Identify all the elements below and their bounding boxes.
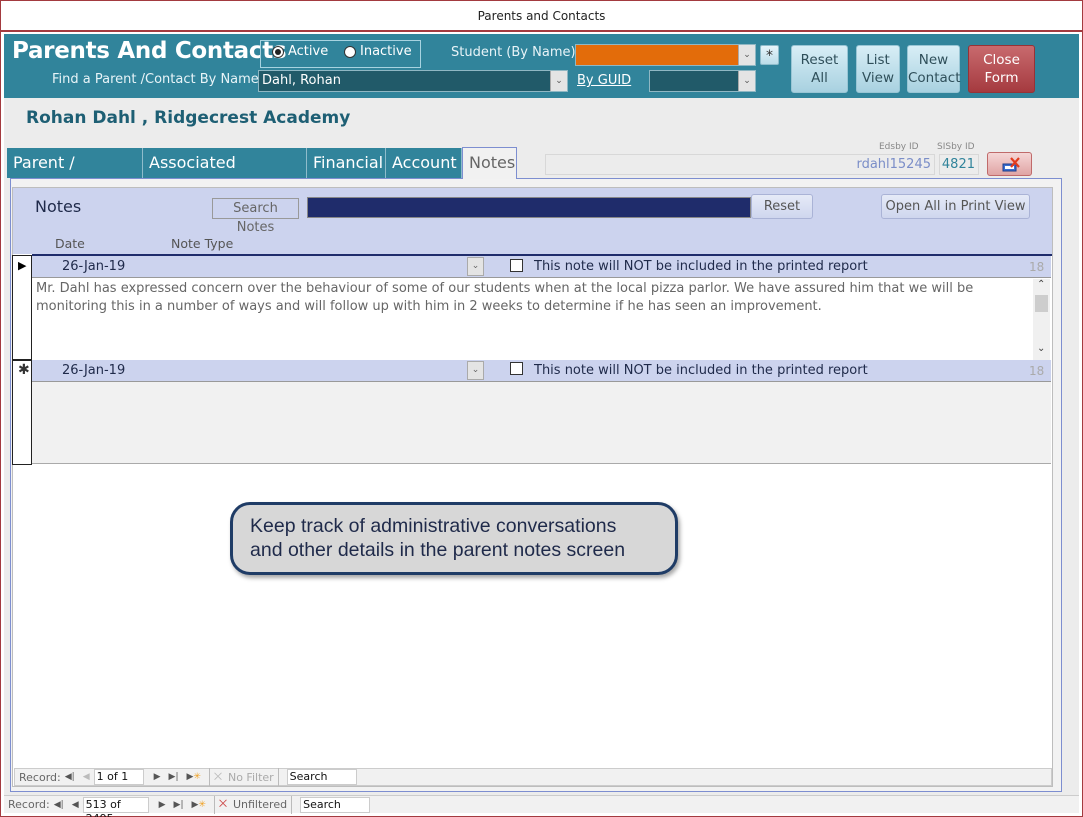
note-number: 18 (1029, 364, 1045, 378)
notes-title: Notes (35, 197, 82, 216)
chevron-down-icon[interactable]: ⌄ (738, 45, 755, 65)
form-record-navigation: Record: ◀| ◀ 513 of 2495 ▶ ▶| ▶✳ ⨉ Unfil… (4, 795, 1079, 817)
edsby-id-label: Edsby ID (879, 142, 919, 152)
scroll-up-icon[interactable]: ⌃ (1037, 279, 1045, 290)
note-date[interactable]: 26-Jan-19 (62, 363, 125, 378)
filter-icon: ⨉ (213, 771, 222, 783)
callout-line-2: and other details in the parent notes sc… (250, 539, 626, 561)
form-record-label: Record: (8, 798, 50, 811)
tab-parent-contact[interactable]: Parent / Contact (7, 148, 143, 202)
wildcard-button[interactable]: * (760, 45, 779, 65)
reset-search-button[interactable]: Reset (751, 194, 813, 219)
next-record-icon[interactable]: ▶ (154, 772, 161, 782)
form-record-position[interactable]: 513 of 2495 (82, 796, 149, 817)
exclude-checkbox[interactable] (510, 362, 523, 375)
student-by-name-combo[interactable]: ⌄ (575, 44, 756, 66)
radio-inactive-label: Inactive (360, 44, 412, 59)
filter-icon: ⨉ (218, 799, 227, 810)
student-by-name-value[interactable] (576, 45, 738, 65)
form-filter-status[interactable]: Unfiltered (233, 798, 287, 811)
search-notes-label: Search Notes (212, 198, 299, 235)
close-form-button[interactable]: Close Form (968, 45, 1035, 93)
subform-record-label: Record: (19, 770, 61, 784)
scroll-thumb[interactable] (1035, 295, 1048, 312)
prev-record-icon[interactable]: ◀ (72, 800, 79, 810)
exclude-label: This note will NOT be included in the pr… (534, 363, 868, 378)
chevron-down-icon[interactable]: ⌄ (738, 71, 755, 91)
subform-filter-status[interactable]: No Filter (228, 771, 274, 784)
note-number: 18 (1029, 260, 1045, 274)
prev-record-icon[interactable]: ◀ (83, 772, 90, 782)
first-record-icon[interactable]: ◀| (54, 800, 64, 810)
next-record-icon[interactable]: ▶ (159, 800, 166, 810)
nav-separator (291, 795, 293, 814)
column-note-type: Note Type (171, 236, 234, 251)
open-print-view-button[interactable]: Open All in Print View (881, 194, 1030, 219)
scroll-down-icon[interactable]: ⌄ (1037, 343, 1045, 354)
note-scrollbar[interactable]: ⌃ ⌄ (1033, 279, 1050, 360)
list-view-button[interactable]: List View (856, 45, 900, 93)
subform-record-position[interactable]: 1 of 1 (93, 769, 144, 785)
form-search-input[interactable]: Search (300, 796, 371, 813)
delete-record-button[interactable] (987, 152, 1032, 176)
radio-active-indicator[interactable] (272, 45, 284, 58)
note-text-new[interactable] (32, 382, 1051, 464)
nav-separator (208, 768, 210, 786)
radio-inactive-indicator[interactable] (344, 45, 356, 58)
sisby-id-field[interactable]: 4821 (939, 154, 979, 175)
record-selector-new[interactable]: ✱ (12, 360, 32, 465)
find-parent-combo[interactable]: Dahl, Rohan ⌄ (258, 70, 568, 92)
last-record-icon[interactable]: ▶| (174, 800, 184, 810)
tab-notes[interactable]: Notes (462, 147, 517, 179)
window-title: Parents and Contacts (1, 1, 1082, 32)
find-parent-label: Find a Parent /Contact By Name (52, 72, 259, 87)
subform-record-navigation: Record: ◀| ◀ 1 of 1 ▶ ▶| ▶✳ ⨉ No Filter … (14, 768, 1052, 786)
first-record-icon[interactable]: ◀| (65, 772, 75, 782)
find-parent-value[interactable]: Dahl, Rohan (259, 71, 550, 91)
new-record-nav-icon[interactable]: ▶✳ (187, 772, 201, 782)
new-record-nav-icon[interactable]: ▶✳ (192, 800, 206, 810)
current-record-icon: ▶ (18, 259, 27, 272)
delete-icon (1002, 157, 1020, 172)
edsby-id-field[interactable]: rdahl15245 (545, 154, 935, 175)
callout-annotation: Keep track of administrative conversatio… (230, 502, 678, 575)
note-type-dropdown[interactable]: ⌄ (467, 361, 484, 380)
tab-financial[interactable]: Financial (307, 148, 386, 178)
new-contact-button[interactable]: New Contact (907, 45, 961, 93)
exclude-label: This note will NOT be included in the pr… (534, 259, 868, 274)
exclude-checkbox[interactable] (510, 259, 523, 272)
app-title: Parents And Contacts (12, 38, 287, 64)
note-date[interactable]: 26-Jan-19 (62, 259, 125, 274)
nav-separator (277, 768, 279, 786)
note-text[interactable]: Mr. Dahl has expressed concern over the … (32, 279, 1033, 360)
student-by-name-label: Student (By Name) (451, 45, 576, 60)
callout-line-1: Keep track of administrative conversatio… (250, 515, 617, 537)
new-record-icon: ✱ (18, 362, 30, 378)
radio-active-label: Active (288, 44, 329, 59)
record-selector-current[interactable]: ▶ (12, 255, 32, 360)
search-notes-input[interactable] (307, 197, 751, 218)
sisby-id-label: SISby ID (937, 142, 975, 152)
note-type-dropdown[interactable]: ⌄ (467, 257, 484, 276)
chevron-down-icon[interactable]: ⌄ (550, 71, 567, 91)
guid-value[interactable] (650, 71, 738, 91)
guid-combo[interactable]: ⌄ (649, 70, 756, 92)
tab-associated-students[interactable]: Associated Students (143, 148, 307, 202)
subform-search-input[interactable]: Search (286, 769, 357, 785)
last-record-icon[interactable]: ▶| (169, 772, 179, 782)
reset-all-button[interactable]: Reset All (791, 45, 848, 93)
record-heading: Rohan Dahl , Ridgecrest Academy (26, 108, 351, 128)
nav-separator (213, 795, 215, 814)
radio-active[interactable]: Active (272, 44, 328, 59)
radio-inactive[interactable]: Inactive (344, 44, 412, 59)
tab-account[interactable]: Account (386, 148, 462, 178)
by-guid-link[interactable]: By GUID (577, 73, 631, 88)
column-date: Date (55, 236, 85, 251)
